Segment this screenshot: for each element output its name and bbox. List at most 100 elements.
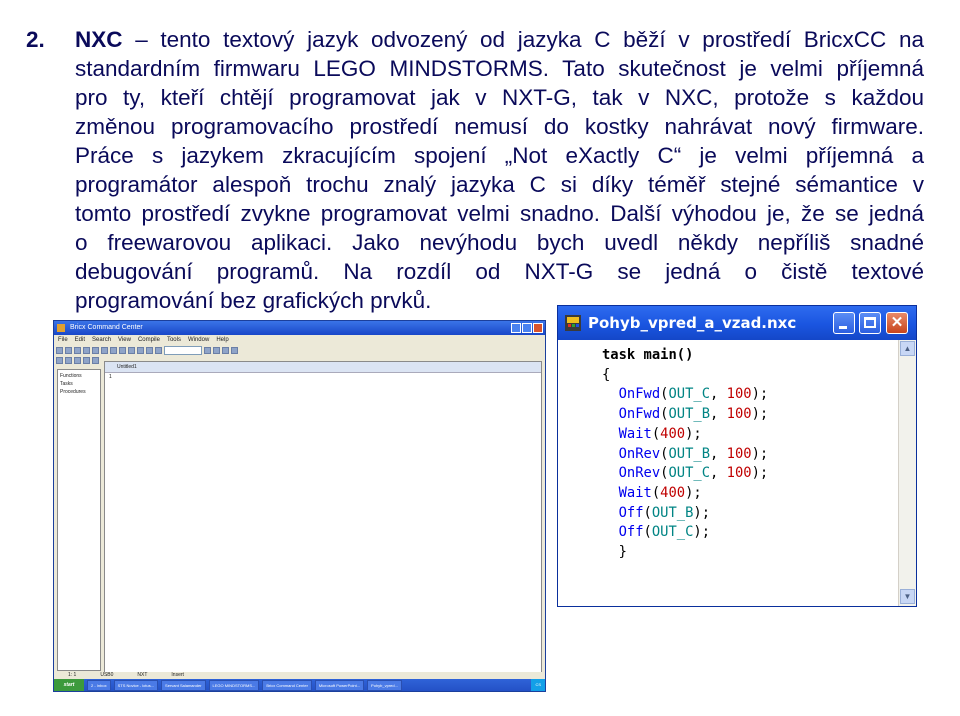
- tree-item-tasks[interactable]: Tasks: [60, 380, 98, 388]
- minimize-button[interactable]: [833, 312, 855, 334]
- menu-item-view[interactable]: View: [118, 335, 131, 345]
- tools-icon[interactable]: [222, 347, 229, 354]
- code-line: OnFwd(OUT_B, 100);: [602, 405, 769, 425]
- find-icon[interactable]: [137, 347, 144, 354]
- code-token: );: [751, 406, 769, 423]
- tree-item-procedures[interactable]: Procedures: [60, 388, 98, 396]
- code-token: );: [685, 484, 702, 501]
- taskbar-button[interactable]: LEGO MINDSTORMS...: [208, 679, 260, 691]
- code-token: OUT_C: [668, 386, 711, 403]
- taskbar-button[interactable]: Microsoft PowerPoint...: [314, 679, 365, 691]
- paragraph-line: standardním firmwaru LEGO MINDSTORMS. Ta…: [75, 56, 924, 81]
- code-token: Off: [618, 504, 644, 521]
- taskbar-button[interactable]: Servant Salamander: [161, 679, 206, 691]
- comment-icon[interactable]: [74, 357, 81, 364]
- run-icon[interactable]: [204, 347, 211, 354]
- code-token: task main(): [602, 347, 694, 363]
- code-window: Pohyb_vpred_a_vzad.nxc ✕ task main() { On…: [557, 305, 917, 607]
- bookmark-icon[interactable]: [83, 357, 90, 364]
- template-icon[interactable]: [92, 357, 99, 364]
- taskbar-button[interactable]: Pohyb_vpred...: [367, 679, 402, 691]
- code-token: OUT_B: [651, 504, 694, 521]
- menu-item-edit[interactable]: Edit: [75, 335, 85, 345]
- code-editor[interactable]: task main(){ OnFwd(OUT_C, 100); OnFwd(OU…: [558, 340, 898, 606]
- editor-line-number: 1: [109, 374, 112, 380]
- open-file-icon[interactable]: [65, 347, 72, 354]
- code-token: );: [751, 445, 769, 462]
- code-token: OnRev: [618, 445, 661, 462]
- menu-item-window[interactable]: Window: [188, 335, 209, 345]
- code-token: (: [643, 524, 652, 541]
- code-token: );: [751, 465, 769, 482]
- bricx-editor[interactable]: Untitled1 1: [104, 361, 542, 675]
- nxc-term: NXC: [75, 27, 123, 52]
- program-select[interactable]: [164, 346, 202, 355]
- start-button[interactable]: start: [54, 679, 84, 691]
- redo-icon[interactable]: [128, 347, 135, 354]
- tree-item-functions[interactable]: Functions: [60, 372, 98, 380]
- taskbar-button[interactable]: STS Novice - lotus...: [113, 679, 159, 691]
- vertical-scrollbar[interactable]: ▲ ▼: [898, 340, 916, 606]
- minimize-icon[interactable]: [511, 323, 521, 333]
- close-button[interactable]: ✕: [886, 312, 908, 334]
- code-token: OnRev: [618, 465, 661, 482]
- code-token: (: [651, 484, 661, 501]
- code-token: );: [693, 524, 711, 541]
- code-token: OnFwd: [618, 406, 661, 423]
- menu-item-tools[interactable]: Tools: [167, 335, 181, 345]
- menu-item-help[interactable]: Help: [216, 335, 228, 345]
- menu-item-file[interactable]: File: [58, 335, 68, 345]
- scroll-down-icon[interactable]: ▼: [900, 589, 915, 604]
- bricx-screenshot: Bricx Command Center File Edit Search Vi…: [53, 320, 546, 692]
- bricx-title-bar: Bricx Command Center: [54, 321, 545, 335]
- maximize-icon[interactable]: [522, 323, 532, 333]
- code-token: 400: [660, 484, 686, 501]
- save-icon[interactable]: [74, 347, 81, 354]
- stop-icon[interactable]: [213, 347, 220, 354]
- code-line: task main(): [602, 346, 768, 366]
- status-port: USB0: [100, 672, 114, 678]
- code-line: Off(OUT_B);: [602, 504, 768, 524]
- menu-item-search[interactable]: Search: [92, 335, 111, 345]
- new-file-icon[interactable]: [56, 347, 63, 354]
- paste-icon[interactable]: [110, 347, 117, 354]
- indent-icon[interactable]: [56, 357, 63, 364]
- help-icon[interactable]: [231, 347, 238, 354]
- code-line: Off(OUT_C);: [602, 523, 768, 543]
- copy-icon[interactable]: [101, 347, 108, 354]
- close-icon[interactable]: [533, 323, 543, 333]
- taskbar-button[interactable]: Bricx Command Center: [262, 679, 312, 691]
- menu-item-compile[interactable]: Compile: [138, 335, 160, 345]
- code-token: ,: [710, 406, 727, 423]
- code-token: Off: [618, 524, 644, 541]
- taskbar-button[interactable]: 2 - Inbox: [87, 679, 111, 691]
- code-token: OUT_C: [668, 465, 711, 482]
- nxc-file-icon: [565, 315, 581, 331]
- maximize-button[interactable]: [859, 312, 881, 334]
- scroll-up-icon[interactable]: ▲: [900, 341, 915, 356]
- code-token: );: [693, 504, 711, 521]
- undo-icon[interactable]: [119, 347, 126, 354]
- print-icon[interactable]: [83, 347, 90, 354]
- code-token: ,: [710, 465, 727, 482]
- code-token: Wait: [618, 425, 652, 442]
- windows-taskbar: start 2 - Inbox STS Novice - lotus... Se…: [54, 679, 545, 691]
- slide-number: 2.: [26, 27, 45, 52]
- code-token: 100: [726, 406, 752, 423]
- download-icon[interactable]: [155, 347, 162, 354]
- code-token: OUT_B: [668, 445, 711, 462]
- paragraph-line: změnou programovacího prostředí nemusí d…: [75, 114, 924, 139]
- editor-tab[interactable]: Untitled1: [105, 362, 541, 373]
- minimize-icon: [839, 326, 847, 329]
- compile-icon[interactable]: [146, 347, 153, 354]
- cut-icon[interactable]: [92, 347, 99, 354]
- unindent-icon[interactable]: [65, 357, 72, 364]
